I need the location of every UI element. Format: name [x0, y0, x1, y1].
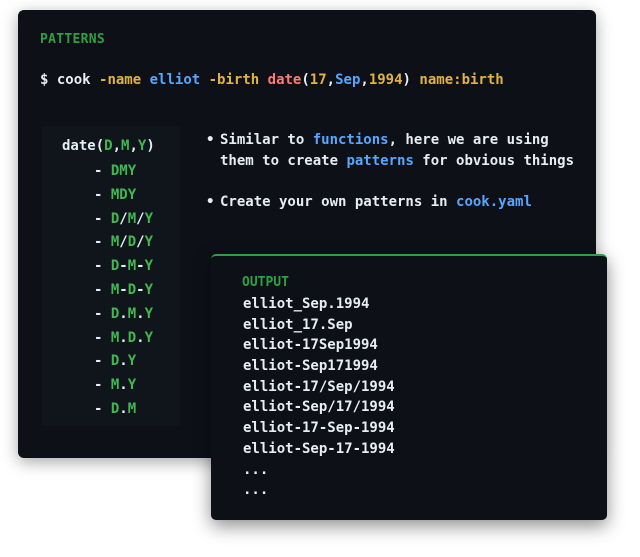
bullet-dot: • [206, 132, 215, 148]
output-line: elliot_17.Sep [243, 316, 353, 333]
pattern-comma-2: , [129, 138, 138, 154]
note-text: for obvious things [413, 153, 575, 169]
output-list: elliot_Sep.1994 elliot_17.Sep elliot-17Sep… [243, 294, 395, 501]
pattern-func: date( [62, 138, 105, 154]
bullet-dot: • [206, 194, 215, 210]
note-highlight: functions [312, 132, 389, 148]
note-item: • Create your own patterns in cook.yaml [206, 192, 574, 213]
pattern-item: - M/D/Y [94, 234, 153, 258]
paren-open: ( [301, 72, 310, 88]
prompt: $ [40, 72, 57, 88]
pattern-item: - D-M-Y [94, 258, 153, 282]
pattern-text: DMY [110, 163, 137, 179]
pattern-dash: - [94, 353, 111, 370]
arg-year: 1994 [368, 72, 403, 88]
command-line: $ cook -name elliot -birth date(17,Sep,1… [40, 72, 504, 88]
notes-list: • Similar to functions, here we are using… [206, 130, 574, 233]
pattern-item: - D.Y [94, 353, 153, 377]
pattern-text: M.Y [110, 377, 137, 394]
output-line: elliot-Sep171994 [243, 358, 378, 375]
note-text: , here we are using [388, 132, 549, 148]
pattern-dash: - [94, 186, 111, 203]
pattern-list: - DMY - MDY - D/M/Y - M/D/Y - D-M-Y - M-D-Y - … [94, 163, 153, 425]
pattern-item: - D/M/Y [94, 211, 153, 235]
note-item: • Similar to functions, here we are using… [206, 130, 574, 172]
pattern-dash: - [94, 281, 111, 298]
pattern-dash: - [94, 400, 111, 417]
paren-close: ) [402, 72, 411, 88]
pattern-text: MDY [110, 186, 137, 203]
pattern-dash: - [94, 234, 111, 251]
note-text: Similar to [220, 132, 313, 148]
output-title: OUTPUT [242, 275, 289, 290]
pattern-arg-d: D [104, 138, 113, 154]
pattern-title: date(D,M,Y) [62, 138, 155, 154]
output-line: elliot-Sep-17-1994 [243, 440, 395, 457]
pattern-dash: - [94, 210, 111, 227]
patterns-heading: PATTERNS [40, 32, 106, 47]
pattern-text: D.Y [110, 353, 137, 370]
pattern-item: - M.D.Y [94, 330, 153, 354]
pattern-item: - DMY [94, 163, 153, 187]
output-line: elliot-17-Sep-1994 [243, 420, 395, 437]
output-line: elliot_Sep.1994 [243, 296, 370, 312]
comma-1: , [326, 72, 336, 88]
pattern-text: D.M [110, 400, 137, 417]
flag-birth: -birth [208, 72, 260, 88]
note-highlight: patterns [346, 153, 414, 169]
arg-day: 17 [309, 72, 327, 88]
output-line: elliot-17/Sep/1994 [243, 378, 395, 395]
name-value: elliot [149, 72, 201, 88]
pattern-close: ) [146, 138, 155, 154]
pattern-text: D-M-Y [110, 258, 154, 275]
output-line: ... [243, 461, 269, 478]
pattern-comma-1: , [112, 138, 122, 154]
note-text: Create your own patterns in [220, 194, 457, 210]
pattern-dash: - [94, 258, 111, 275]
pattern-dash: - [94, 377, 111, 394]
pattern-item: - M.Y [94, 377, 153, 401]
pattern-item: - D.M [94, 401, 153, 425]
pattern-text: D/M/Y [110, 210, 154, 227]
cmd-bin: cook [56, 72, 91, 88]
pattern-text: M-D-Y [110, 281, 154, 298]
date-func: date [267, 72, 302, 88]
pattern-item: - MDY [94, 187, 153, 211]
pattern-text: D.M.Y [110, 305, 154, 322]
pattern-item: - M-D-Y [94, 282, 153, 306]
output-line: elliot-17Sep1994 [243, 337, 378, 354]
arg-month: Sep [335, 72, 361, 88]
output-line: elliot-Sep/17/1994 [243, 399, 395, 416]
pattern-dash: - [94, 305, 111, 322]
pattern-text: M/D/Y [110, 234, 154, 251]
pattern-dash: - [94, 329, 111, 346]
comma-2: , [360, 72, 369, 88]
cmd-tail: name:birth [419, 72, 504, 88]
pattern-dash: - [94, 163, 111, 179]
pattern-text: M.D.Y [110, 329, 154, 346]
pattern-item: - D.M.Y [94, 306, 153, 330]
flag-name: -name [99, 72, 142, 88]
note-text: them to create [220, 153, 347, 169]
output-line: ... [243, 482, 269, 499]
note-highlight: cook.yaml [456, 194, 532, 210]
